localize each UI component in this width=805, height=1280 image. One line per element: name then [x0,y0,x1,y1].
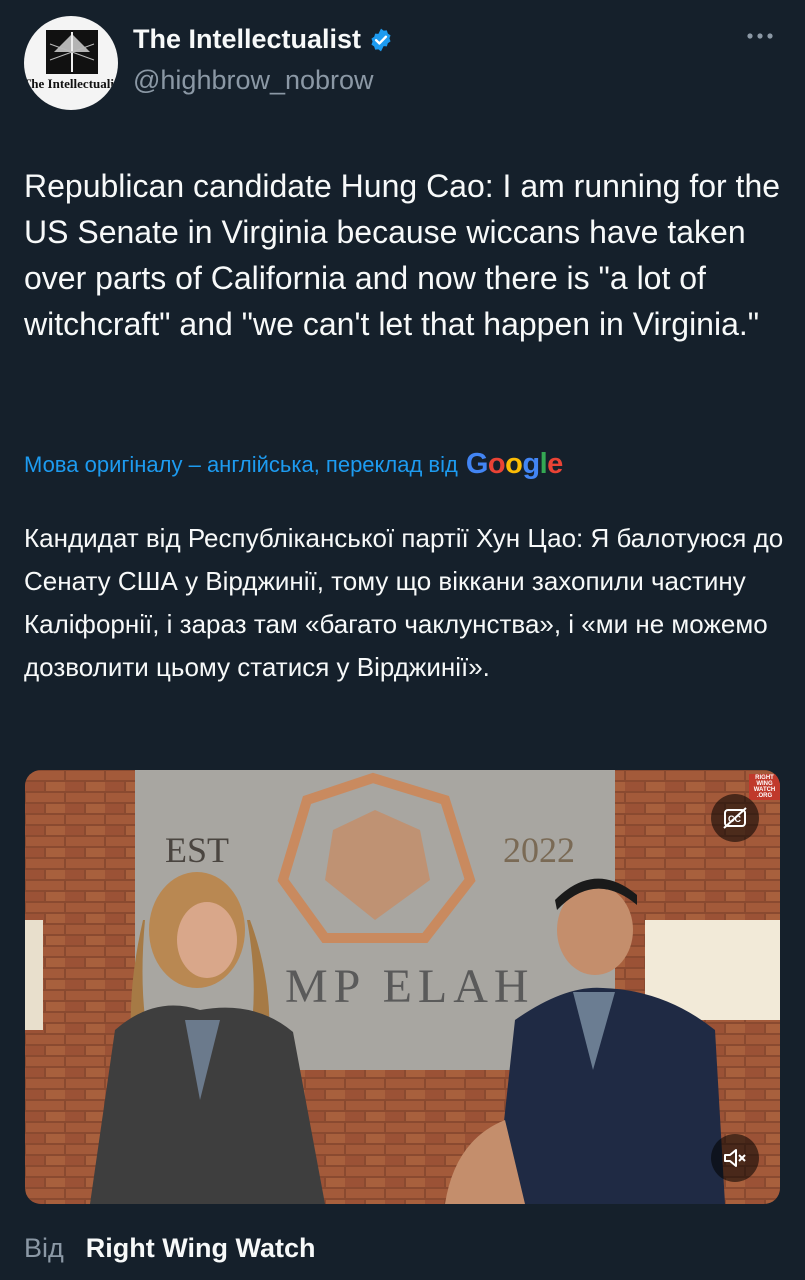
avatar-logo-text: The Intellectualist [24,76,118,91]
muted-speaker-icon [724,1149,746,1167]
translation-note[interactable]: Мова оригіналу – англійська, переклад ві… [24,448,563,481]
source-attribution: Від Right Wing Watch [24,1233,315,1264]
translation-note-text: Мова оригіналу – англійська, переклад ві… [24,451,458,477]
author-name-row: The Intellectualist [133,24,394,55]
video-frame: EST 2022 MP ELAH [25,770,780,1204]
verified-badge-icon[interactable] [368,27,394,53]
sign-year: 2022 [503,830,575,870]
source-label: Від [24,1233,64,1263]
translated-text: Кандидат від Республіканської партії Хун… [24,523,784,682]
mute-toggle-button[interactable] [711,1134,759,1182]
sign-est: EST [165,830,229,870]
closed-captions-icon: CC [723,807,747,829]
video-player[interactable]: EST 2022 MP ELAH RIGHT WING WATCH .ORG C… [25,770,780,1204]
closed-captions-button[interactable]: CC [711,794,759,842]
more-options-icon[interactable] [745,26,775,46]
author-display-name[interactable]: The Intellectualist [133,24,361,55]
avatar[interactable]: The Intellectualist [24,16,118,110]
author-handle[interactable]: @highbrow_nobrow [133,65,374,96]
sign-name: MP ELAH [285,960,535,1013]
google-logo: Google [465,448,563,480]
source-name-link[interactable]: Right Wing Watch [86,1233,316,1264]
tweet-text: Republican candidate Hung Cao: I am runn… [24,168,781,342]
avatar-image [46,30,98,74]
watermark-logo: RIGHT WING WATCH .ORG [749,774,780,800]
